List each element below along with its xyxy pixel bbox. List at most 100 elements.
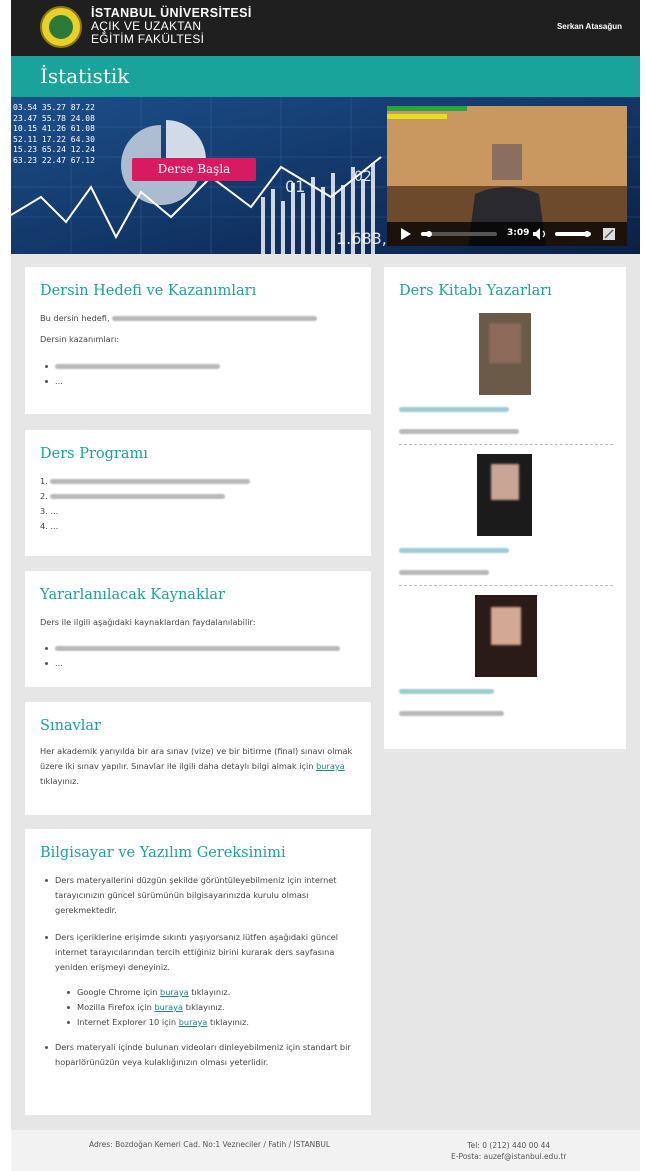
blurred-text (399, 407, 509, 412)
list-item: 1. (40, 474, 371, 489)
university-line3: EĞİTİM FAKÜLTESİ (91, 32, 205, 46)
blurred-text (399, 689, 494, 694)
browser-list: Google Chrome için buraya tıklayınız. Mo… (67, 985, 355, 1030)
authors-title: Ders Kitabı Yazarları (399, 283, 552, 299)
top-bar: İSTANBUL ÜNİVERSİTESİ AÇIK VE UZAKTAN EĞ… (11, 0, 640, 56)
browser-label: Google Chrome için (77, 987, 158, 997)
video-player[interactable]: 3:09 (387, 106, 627, 246)
footer-address: Adres: Bozdoğan Kemeri Cad. No:1 Vezneci… (89, 1140, 331, 1149)
browser-advice: Ders içeriklerine erişimde sıkıntı yaşıy… (55, 932, 339, 972)
goals-card: Dersin Hedefi ve Kazanımları Bu dersin h… (25, 267, 371, 414)
list-item: Ders materyallerini düzgün şekilde görün… (45, 873, 355, 918)
exams-text: Her akademik yarıyılda bir ara sınav (vi… (40, 744, 357, 789)
exams-link[interactable]: buraya (316, 761, 345, 771)
program-list: 1. 2. 3. ... 4. ... (40, 474, 371, 534)
fullscreen-icon[interactable] (603, 228, 615, 240)
banner-number-block: 03.54 35.27 87.22 23.47 55.78 24.08 10.1… (13, 103, 95, 166)
page-title: İstatistik (40, 64, 130, 88)
footer-email[interactable]: E-Posta: auzef@istanbul.edu.tr (451, 1151, 567, 1162)
goals-title: Dersin Hedefi ve Kazanımları (40, 283, 257, 299)
course-banner: 03.54 35.27 87.22 23.47 55.78 24.08 10.1… (11, 97, 640, 254)
browser-item-ie: Internet Explorer 10 için buraya tıklayı… (67, 1015, 355, 1030)
browser-item-chrome: Google Chrome için buraya tıklayınız. (67, 985, 355, 1000)
exams-text-body: Her akademik yarıyılda bir ara sınav (vi… (40, 746, 353, 771)
program-card: Ders Programı 1. 2. 3. ... 4. ... (25, 430, 371, 556)
banner-number-row: 23.47 55.78 24.08 (13, 113, 95, 123)
list-item (45, 641, 371, 656)
author-entry (399, 454, 613, 596)
list-item: Ders içeriklerine erişimde sıkıntı yaşıy… (45, 930, 355, 1030)
university-name[interactable]: İSTANBUL ÜNİVERSİTESİ AÇIK VE UZAKTAN EĞ… (91, 7, 252, 46)
firefox-link[interactable]: buraya (154, 1002, 183, 1012)
requirements-list: Ders materyallerini düzgün şekilde görün… (45, 873, 355, 1070)
exams-card: Sınavlar Her akademik yarıyılda bir ara … (25, 702, 371, 815)
author-name[interactable] (399, 681, 494, 700)
goals-intro-text: Bu dersin hedefi, (40, 313, 110, 323)
exams-link-suffix: tıklayınız. (40, 776, 80, 786)
author-photo (479, 313, 531, 395)
list-item: 2. (40, 489, 371, 504)
link-suffix: tıklayınız. (209, 1017, 249, 1027)
banner-overlay-01: 01 (285, 177, 306, 196)
list-item: 3. ... (40, 506, 59, 516)
university-logo[interactable] (40, 6, 82, 48)
banner-number-row: 63.23 22.47 67.12 (13, 155, 95, 165)
blurred-text (50, 494, 226, 499)
banner-overlay-03: 1.683, (336, 229, 387, 248)
author-entry (399, 595, 613, 737)
outcomes-label: Dersin kazanımları: (40, 334, 120, 344)
author-name[interactable] (399, 399, 509, 418)
blurred-text (399, 711, 504, 716)
blurred-text (399, 429, 519, 434)
chrome-link[interactable]: buraya (160, 987, 189, 997)
blurred-text (55, 646, 340, 651)
video-time: 3:09 (507, 228, 530, 238)
list-item: 4. ... (40, 521, 59, 531)
video-caption-bar (387, 106, 467, 119)
author-email (399, 562, 489, 581)
author-photo (475, 595, 537, 677)
blurred-text (399, 570, 489, 575)
link-suffix: tıklayınız. (191, 987, 231, 997)
authors-card: Ders Kitabı Yazarları (384, 267, 626, 749)
video-progress-slider[interactable] (421, 231, 497, 237)
footer: Adres: Bozdoğan Kemeri Cad. No:1 Vezneci… (11, 1130, 640, 1171)
exams-title: Sınavlar (40, 718, 101, 734)
volume-slider[interactable] (555, 231, 591, 237)
start-course-button[interactable]: Derse Başla (132, 158, 256, 181)
play-icon[interactable] (401, 228, 411, 240)
volume-icon[interactable] (533, 228, 549, 240)
list-item (45, 359, 371, 374)
ie-link[interactable]: buraya (179, 1017, 208, 1027)
banner-number-row: 10.15 41.26 61.08 (13, 124, 95, 133)
resources-title: Yararlanılacak Kaynaklar (40, 587, 225, 603)
footer-phone: Tel: 0 (212) 440 00 44 (467, 1141, 551, 1150)
banner-number-row: 03.54 35.27 87.22 (13, 103, 95, 112)
program-title: Ders Programı (40, 446, 148, 462)
author-name[interactable] (399, 540, 509, 559)
banner-overlay-02: 02 (354, 169, 372, 185)
author-photo (477, 454, 532, 536)
blurred-text (55, 364, 220, 369)
blurred-text (50, 479, 251, 484)
author-entry (399, 313, 613, 455)
author-email (399, 703, 504, 722)
user-name[interactable]: Serkan Atasağun (557, 22, 622, 31)
banner-number-row: 15.23 65.24 12.24 (13, 145, 95, 154)
banner-number-row: 52.11 17.22 64.30 (13, 134, 95, 144)
item-number: 2. (40, 491, 48, 501)
browser-label: Internet Explorer 10 için (77, 1017, 177, 1027)
link-suffix: tıklayınız. (185, 1002, 225, 1012)
resources-intro: Ders ile ilgili aşağıdaki kaynaklardan f… (40, 617, 256, 627)
list-item: ... (45, 374, 371, 389)
footer-contact: Tel: 0 (212) 440 00 44 E-Posta: auzef@is… (451, 1140, 567, 1162)
title-bar: İstatistik (11, 56, 640, 97)
requirements-card: Bilgisayar ve Yazılım Gereksinimi Ders m… (25, 829, 371, 1115)
resources-list: ... (45, 641, 371, 671)
resources-card: Yararlanılacak Kaynaklar Ders ile ilgili… (25, 571, 371, 687)
list-item: ... (45, 656, 371, 671)
author-divider (399, 444, 613, 445)
blurred-text (112, 316, 318, 321)
goals-intro: Bu dersin hedefi, (40, 311, 371, 326)
list-item: Ders materyali içinde bulunan videoları … (45, 1040, 355, 1070)
